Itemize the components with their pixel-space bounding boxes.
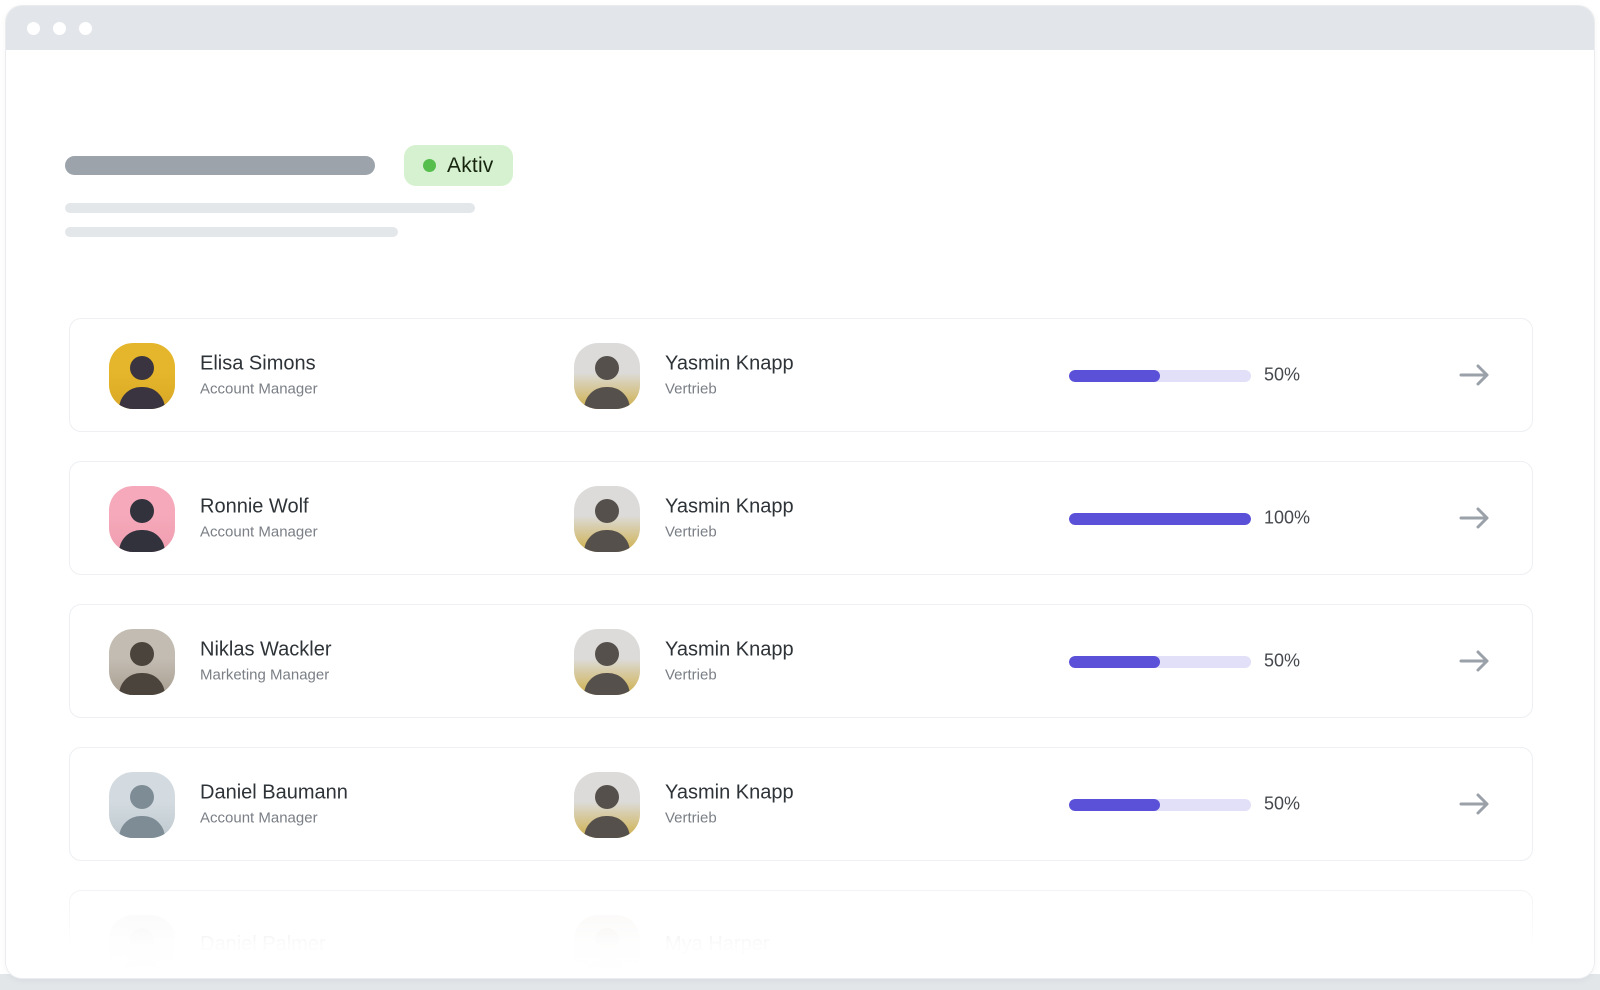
contact-role: Vertrieb bbox=[665, 381, 794, 398]
skeleton-text-line bbox=[65, 227, 398, 237]
progress-bar bbox=[1069, 656, 1251, 668]
progress-bar bbox=[1069, 513, 1251, 525]
progress-fill bbox=[1069, 799, 1160, 811]
person-info: Daniel Palmer bbox=[200, 933, 326, 961]
person-role: Account Manager bbox=[200, 810, 348, 827]
contact-info: Yasmin Knapp Vertrieb bbox=[665, 496, 794, 541]
contact-name: Yasmin Knapp bbox=[665, 782, 794, 805]
contact-name: Mya Harper bbox=[665, 933, 769, 956]
person-avatar bbox=[109, 772, 175, 838]
contact-card[interactable]: Niklas Wackler Marketing Manager Yasmin … bbox=[69, 604, 1533, 718]
person-info: Elisa Simons Account Manager bbox=[200, 353, 318, 398]
arrow-right-icon bbox=[1458, 363, 1492, 387]
browser-window-mockup: Aktiv Elisa Simons Account Manager Yasmi… bbox=[6, 6, 1594, 978]
contact-list: Elisa Simons Account Manager Yasmin Knap… bbox=[69, 318, 1533, 978]
arrow-right-icon bbox=[1458, 792, 1492, 816]
status-badge-label: Aktiv bbox=[447, 154, 494, 178]
contact-avatar bbox=[574, 772, 640, 838]
contact-avatar bbox=[574, 486, 640, 552]
open-contact-button[interactable] bbox=[1451, 355, 1499, 395]
progress-fill bbox=[1069, 513, 1251, 525]
status-badge: Aktiv bbox=[404, 145, 513, 186]
person-name: Ronnie Wolf bbox=[200, 496, 318, 519]
status-dot-icon bbox=[423, 159, 436, 172]
contact-name: Yasmin Knapp bbox=[665, 496, 794, 519]
arrow-right-icon bbox=[1458, 649, 1492, 673]
person-name: Elisa Simons bbox=[200, 353, 318, 376]
person-avatar bbox=[109, 486, 175, 552]
progress-value: 50% bbox=[1264, 794, 1300, 815]
person-role: Account Manager bbox=[200, 381, 318, 398]
progress-fill bbox=[1069, 656, 1160, 668]
contact-info: Yasmin Knapp Vertrieb bbox=[665, 639, 794, 684]
person-avatar bbox=[109, 915, 175, 978]
contact-avatar bbox=[574, 915, 640, 978]
person-info: Daniel Baumann Account Manager bbox=[200, 782, 348, 827]
progress-bar bbox=[1069, 370, 1251, 382]
contact-role: Vertrieb bbox=[665, 810, 794, 827]
person-name: Niklas Wackler bbox=[200, 639, 332, 662]
person-role: Account Manager bbox=[200, 524, 318, 541]
person-role: Marketing Manager bbox=[200, 667, 332, 684]
person-avatar bbox=[109, 343, 175, 409]
window-control-dot bbox=[27, 22, 40, 35]
contact-card[interactable]: Ronnie Wolf Account Manager Yasmin Knapp… bbox=[69, 461, 1533, 575]
progress-value: 100% bbox=[1264, 508, 1310, 529]
contact-card[interactable]: Daniel Palmer Mya Harper bbox=[69, 890, 1533, 978]
contact-info: Yasmin Knapp Vertrieb bbox=[665, 353, 794, 398]
person-info: Niklas Wackler Marketing Manager bbox=[200, 639, 332, 684]
window-control-dot bbox=[79, 22, 92, 35]
contact-role: Vertrieb bbox=[665, 524, 794, 541]
contact-card[interactable]: Elisa Simons Account Manager Yasmin Knap… bbox=[69, 318, 1533, 432]
contact-name: Yasmin Knapp bbox=[665, 639, 794, 662]
progress-bar bbox=[1069, 799, 1251, 811]
arrow-right-icon bbox=[1458, 506, 1492, 530]
contact-name: Yasmin Knapp bbox=[665, 353, 794, 376]
progress-fill bbox=[1069, 370, 1160, 382]
person-info: Ronnie Wolf Account Manager bbox=[200, 496, 318, 541]
open-contact-button[interactable] bbox=[1451, 498, 1499, 538]
progress-value: 50% bbox=[1264, 651, 1300, 672]
person-avatar bbox=[109, 629, 175, 695]
person-name: Daniel Palmer bbox=[200, 933, 326, 956]
window-titlebar bbox=[6, 6, 1594, 50]
window-control-dot bbox=[53, 22, 66, 35]
skeleton-text-line bbox=[65, 203, 475, 213]
open-contact-button[interactable] bbox=[1451, 641, 1499, 681]
open-contact-button[interactable] bbox=[1451, 784, 1499, 824]
contact-info: Yasmin Knapp Vertrieb bbox=[665, 782, 794, 827]
contact-info: Mya Harper bbox=[665, 933, 769, 961]
progress-value: 50% bbox=[1264, 365, 1300, 386]
contact-avatar bbox=[574, 629, 640, 695]
skeleton-title-bar bbox=[65, 156, 375, 175]
contact-role: Vertrieb bbox=[665, 667, 794, 684]
person-name: Daniel Baumann bbox=[200, 782, 348, 805]
contact-card[interactable]: Daniel Baumann Account Manager Yasmin Kn… bbox=[69, 747, 1533, 861]
contact-avatar bbox=[574, 343, 640, 409]
